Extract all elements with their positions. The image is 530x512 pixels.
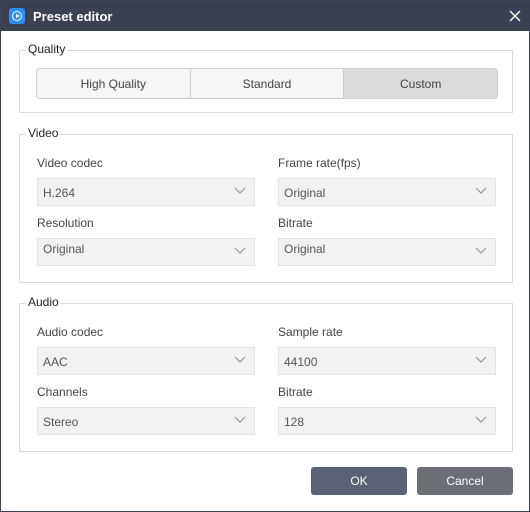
quality-legend: Quality [26, 42, 68, 56]
audio-group: Audio Audio codec AAC Sample rate 44100 … [19, 295, 513, 452]
chevron-down-icon [475, 187, 487, 194]
sample-rate-label: Sample rate [278, 325, 343, 339]
channels-label: Channels [37, 385, 88, 399]
close-button[interactable] [503, 4, 527, 28]
video-bitrate-select[interactable]: Original [278, 238, 496, 266]
chevron-down-icon [475, 247, 487, 254]
quality-option-standard[interactable]: Standard [190, 69, 345, 98]
video-legend: Video [26, 126, 61, 140]
video-group: Video Video codec H.264 Frame rate(fps) … [19, 126, 513, 283]
title-bar[interactable]: Preset editor [1, 1, 530, 31]
chevron-down-icon [234, 356, 246, 363]
channels-select[interactable]: Stereo [37, 407, 255, 435]
dialog-title: Preset editor [33, 9, 113, 24]
resolution-select[interactable]: Original [37, 238, 255, 266]
video-bitrate-label: Bitrate [278, 216, 313, 230]
sample-rate-select[interactable]: 44100 [278, 347, 496, 375]
video-codec-label: Video codec [37, 156, 103, 170]
quality-option-custom[interactable]: Custom [344, 69, 497, 98]
chevron-down-icon [234, 187, 246, 194]
resolution-value: Original [43, 242, 85, 256]
chevron-down-icon [475, 356, 487, 363]
quality-segmented-control: High Quality Standard Custom [36, 68, 498, 99]
quality-option-high[interactable]: High Quality [37, 69, 191, 98]
sample-rate-value: 44100 [284, 355, 318, 369]
preset-editor-dialog: Preset editor Quality High Quality Stand… [0, 0, 530, 512]
resolution-label: Resolution [37, 216, 94, 230]
audio-codec-label: Audio codec [37, 325, 104, 339]
video-codec-select[interactable]: H.264 [37, 178, 255, 206]
audio-codec-value: AAC [43, 355, 68, 369]
audio-legend: Audio [26, 295, 61, 309]
frame-rate-select[interactable]: Original [278, 178, 496, 206]
video-bitrate-value: Original [284, 242, 326, 256]
frame-rate-value: Original [284, 186, 326, 200]
chevron-down-icon [475, 416, 487, 423]
quality-group: Quality High Quality Standard Custom [19, 42, 513, 113]
cancel-button[interactable]: Cancel [417, 467, 513, 495]
channels-value: Stereo [43, 415, 79, 429]
chevron-down-icon [234, 416, 246, 423]
close-icon [509, 10, 521, 22]
audio-bitrate-select[interactable]: 128 [278, 407, 496, 435]
audio-codec-select[interactable]: AAC [37, 347, 255, 375]
app-logo-icon [9, 8, 25, 24]
ok-button[interactable]: OK [311, 467, 407, 495]
audio-bitrate-label: Bitrate [278, 385, 313, 399]
audio-bitrate-value: 128 [284, 415, 305, 429]
video-codec-value: H.264 [43, 186, 76, 200]
chevron-down-icon [234, 247, 246, 254]
frame-rate-label: Frame rate(fps) [278, 156, 361, 170]
